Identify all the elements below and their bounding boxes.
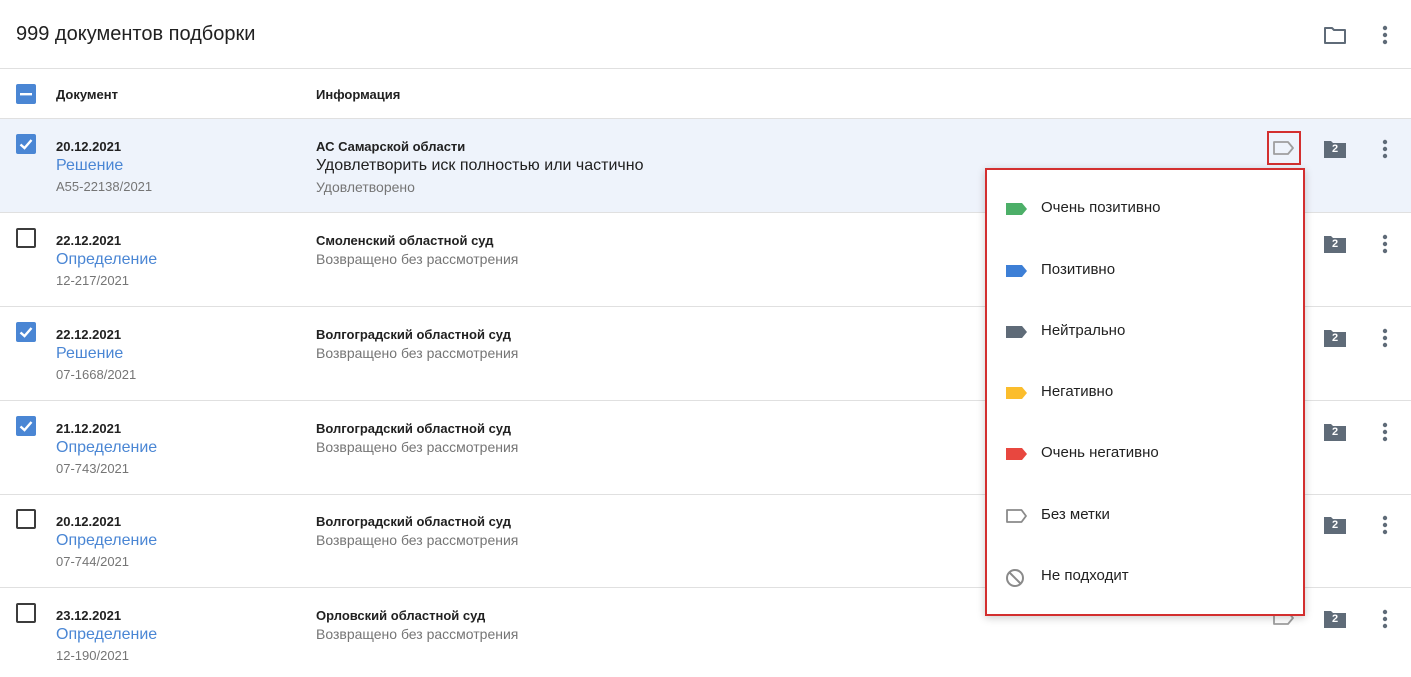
document-number: 07-1668/2021 [56, 367, 137, 382]
court-name: Волгоградский областной суд [316, 514, 511, 529]
row-checkbox[interactable] [16, 509, 36, 529]
page-title: 999 документов подборки [16, 23, 256, 45]
document-status: Возвращено без рассмотрения [316, 439, 519, 455]
column-header-info: Информация [316, 87, 401, 102]
row-checkbox[interactable] [16, 134, 36, 154]
tag-option-label: Не подходит [1041, 567, 1129, 584]
tag-icon[interactable] [1267, 131, 1301, 165]
folder-count: 2 [1331, 143, 1339, 155]
tag-option[interactable]: Очень негативно [987, 424, 1303, 485]
row-more-icon[interactable] [1373, 232, 1397, 256]
row-more-icon[interactable] [1373, 420, 1397, 444]
folder-count-badge[interactable]: 2 [1323, 422, 1347, 442]
court-name: Волгоградский областной суд [316, 421, 511, 436]
tag-option-label: Очень негативно [1041, 444, 1159, 461]
document-type-link[interactable]: Определение [56, 439, 157, 457]
document-type-link[interactable]: Определение [56, 626, 157, 644]
row-checkbox[interactable] [16, 416, 36, 436]
folder-count: 2 [1331, 238, 1339, 250]
document-number: 12-190/2021 [56, 648, 130, 663]
more-vertical-icon[interactable] [1371, 21, 1399, 49]
tag-option[interactable]: Позитивно [987, 241, 1303, 302]
tag-filled-icon [1005, 444, 1029, 464]
page-header: 999 документов подборки [0, 0, 1411, 69]
folder-count-badge[interactable]: 2 [1323, 234, 1347, 254]
document-date: 22.12.2021 [56, 327, 122, 342]
document-date: 21.12.2021 [56, 421, 122, 436]
document-status: Возвращено без рассмотрения [316, 532, 519, 548]
folder-count: 2 [1331, 613, 1339, 625]
tag-option[interactable]: Без метки [987, 486, 1303, 547]
table-header: Документ Информация [0, 69, 1411, 119]
document-status: Удовлетворено [316, 179, 415, 195]
document-status: Возвращено без рассмотрения [316, 345, 519, 361]
document-type-link[interactable]: Решение [56, 345, 123, 363]
tag-dropdown-menu: Очень позитивно Позитивно Нейтрально Нег… [985, 168, 1305, 616]
document-date: 23.12.2021 [56, 608, 122, 623]
document-number: 12-217/2021 [56, 273, 130, 288]
tag-option-label: Негативно [1041, 383, 1114, 400]
court-name: АС Самарской области [316, 139, 466, 154]
folder-count: 2 [1331, 426, 1339, 438]
document-status: Возвращено без рассмотрения [316, 626, 519, 642]
row-more-icon[interactable] [1373, 137, 1397, 161]
document-status: Возвращено без рассмотрения [316, 251, 519, 267]
row-more-icon[interactable] [1373, 607, 1397, 631]
court-name: Смоленский областной суд [316, 233, 494, 248]
folder-count-badge[interactable]: 2 [1323, 609, 1347, 629]
document-type-link[interactable]: Определение [56, 251, 157, 269]
column-header-document: Документ [56, 87, 118, 102]
tag-option[interactable]: Не подходит [987, 547, 1303, 608]
tag-outline-icon [1005, 506, 1029, 526]
tag-filled-icon [1005, 383, 1029, 403]
folder-count-badge[interactable]: 2 [1323, 515, 1347, 535]
document-number: А55-22138/2021 [56, 179, 153, 194]
document-number: 07-743/2021 [56, 461, 130, 476]
tag-option-label: Позитивно [1041, 261, 1116, 278]
document-type-link[interactable]: Решение [56, 157, 123, 175]
row-checkbox[interactable] [16, 603, 36, 623]
document-date: 22.12.2021 [56, 233, 122, 248]
tag-filled-icon [1005, 199, 1029, 219]
block-icon [1005, 567, 1029, 587]
tag-filled-icon [1005, 322, 1029, 342]
court-name: Волгоградский областной суд [316, 327, 511, 342]
tag-option-label: Нейтрально [1041, 322, 1126, 339]
document-date: 20.12.2021 [56, 139, 122, 154]
tag-option-label: Без метки [1041, 506, 1110, 523]
select-all-checkbox[interactable] [16, 84, 36, 104]
row-checkbox[interactable] [16, 228, 36, 248]
folder-icon[interactable] [1321, 21, 1349, 49]
folder-count-badge[interactable]: 2 [1323, 328, 1347, 348]
tag-option[interactable]: Негативно [987, 363, 1303, 424]
folder-count: 2 [1331, 519, 1339, 531]
document-summary: Удовлетворить иск полностью или частично [316, 157, 644, 174]
document-date: 20.12.2021 [56, 514, 122, 529]
folder-count: 2 [1331, 332, 1339, 344]
row-checkbox[interactable] [16, 322, 36, 342]
tag-option[interactable]: Очень позитивно [987, 179, 1303, 240]
document-type-link[interactable]: Определение [56, 532, 157, 550]
court-name: Орловский областной суд [316, 608, 486, 623]
tag-option-label: Очень позитивно [1041, 199, 1161, 216]
document-number: 07-744/2021 [56, 554, 130, 569]
folder-count-badge[interactable]: 2 [1323, 139, 1347, 159]
row-more-icon[interactable] [1373, 326, 1397, 350]
row-more-icon[interactable] [1373, 513, 1397, 537]
tag-filled-icon [1005, 261, 1029, 281]
tag-option[interactable]: Нейтрально [987, 302, 1303, 363]
